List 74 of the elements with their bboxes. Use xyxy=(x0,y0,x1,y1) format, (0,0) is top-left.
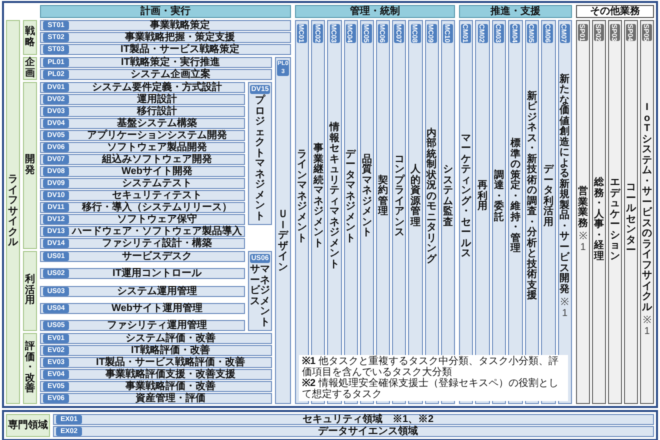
task-name: セキュリティテスト xyxy=(111,190,203,201)
task-name: サービスデスク xyxy=(121,251,193,262)
footnote-mark: ※1 xyxy=(578,232,588,254)
task-name: ハードウェア・ソフトウェア製品導入 xyxy=(70,226,243,237)
task-name: アプリケーションシステム開発 xyxy=(86,130,228,141)
task-name: ファシリティ設計・構築 xyxy=(101,238,213,249)
task-name: Webサイト運用管理 xyxy=(110,302,204,314)
task-name: 調達・委託 xyxy=(494,170,504,224)
task-name: 組込みソフトウェア開発 xyxy=(100,154,213,165)
footnote-mark: ※1 xyxy=(560,298,570,320)
section-header: その他業務 xyxy=(576,5,654,18)
task-name: システム運用管理 xyxy=(116,286,198,296)
task-name: IT戦略策定・実行推進 xyxy=(120,57,221,68)
task-name: システム要件定義・方式設計 xyxy=(91,82,223,93)
task-name: 営業業務 xyxy=(578,187,588,230)
task-name: 標準の策定・維持・管理 xyxy=(510,139,520,255)
task-name: 事業戦略評価支援・改善支援 xyxy=(104,369,236,380)
phase-text: 戦略 xyxy=(25,27,35,48)
phase-text: 評価・改善 xyxy=(25,342,35,395)
task-name: システムテスト xyxy=(121,178,193,189)
task-name: ＵＩデザイン xyxy=(278,210,288,273)
task-name: IT戦略評価・改善 xyxy=(130,345,211,356)
task-name: 移行・導入（システムリリース） xyxy=(80,202,233,213)
task-name: ファシリティ運用管理 xyxy=(106,320,208,331)
phase-label: 専門領域 xyxy=(6,414,50,437)
task-name: IoTシステム・サービスのライフサイクル xyxy=(642,103,652,314)
task-name: 人的資源管理 xyxy=(410,165,421,228)
task-name: プロジェクトマネジメント xyxy=(255,96,265,222)
footnote-text: ※1 他タスクと重複するタスク中分類、タスク小分類、評価項目を含んでいるタスク大分類 xyxy=(302,356,560,378)
task-name: ソフトウェア製品開発 xyxy=(106,142,208,153)
phase-text: 企画 xyxy=(25,58,35,79)
task-name: 総務・人事・経理 xyxy=(594,178,604,262)
task-name: 再利用 xyxy=(478,181,488,213)
phase-text: 利活用 xyxy=(25,275,35,307)
task-name: コンプライアンス xyxy=(394,154,404,239)
task-name: システム企画立案 xyxy=(130,69,212,80)
task-name: 内部統制状況のモニタリング xyxy=(426,128,437,266)
task-name: マーケティング・セールス xyxy=(461,134,472,260)
task-name: 事業継続マネジメント xyxy=(313,144,324,250)
task-name: セキュリティ領域 ※1、※2 xyxy=(301,414,435,425)
task-name: Webサイト開発 xyxy=(120,166,194,177)
task-name: IT製品・サービス戦略策定 xyxy=(120,44,240,55)
task-name: データ利活用 xyxy=(543,165,554,228)
task-name: ソフトウェア保守 xyxy=(116,214,198,225)
task-name: データマネジメント xyxy=(346,150,356,244)
section-header: 管理・統制 xyxy=(295,5,455,18)
task-name: コールセンター xyxy=(626,183,636,257)
lifecycle-text: ライフサイクル xyxy=(8,175,18,249)
task-name: マネジメント xyxy=(260,265,270,328)
task-name: IT運用コントロール xyxy=(112,268,203,280)
task-name: システム評価・改善 xyxy=(124,333,216,344)
footnote-mark: ※1 xyxy=(642,316,652,338)
task-name: サービス xyxy=(250,265,260,308)
task-name: 基盤システム構築 xyxy=(116,118,198,129)
task-name: 事業戦略把握・策定支援 xyxy=(124,32,236,43)
task-name: 事業戦略評価・改善 xyxy=(124,381,216,392)
task-name: システム監査 xyxy=(442,165,453,228)
task-name: 新ビジネス・新技術の調査・分析と技術支援 xyxy=(526,92,537,302)
section-header: 推進・支援 xyxy=(459,5,572,18)
task-name: 移行設計 xyxy=(136,106,178,117)
task-name: 契約管理 xyxy=(378,176,388,218)
task-name: 資産管理・評価 xyxy=(134,393,206,404)
task-name: 事業戦略策定 xyxy=(149,20,211,31)
footnote-text: ※2 情報処理安全確保支援士（登録セキスペ）の役割として想定するタスク xyxy=(302,378,560,400)
task-name: 品質マネジメント xyxy=(362,154,372,239)
task-name: データサイエンス領域 xyxy=(317,426,419,437)
task-name: 運用設計 xyxy=(136,94,178,105)
task-name: エデュケーション xyxy=(610,178,620,262)
section-header: 計画・実行 xyxy=(40,5,291,18)
task-name: ラインマネジメント xyxy=(297,150,308,244)
task-name: 情報セキュリティマネジメント xyxy=(330,123,340,270)
task-name: IT製品・サービス戦略評価・改善 xyxy=(95,357,246,368)
phase-text: 開発 xyxy=(25,155,35,176)
task-name: 新たな価値創造による新規製品・サービス開発 xyxy=(560,74,570,296)
